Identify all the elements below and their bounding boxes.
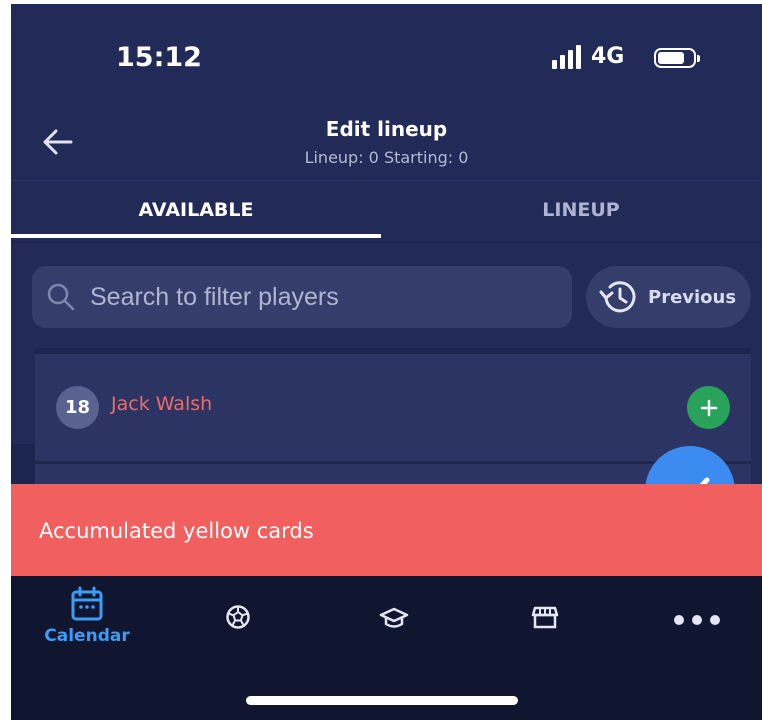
more-icon	[674, 615, 720, 625]
search-placeholder: Search to filter players	[90, 282, 339, 311]
tabs-divider	[11, 241, 762, 243]
calendar-icon	[71, 586, 103, 621]
toast-message: Accumulated yellow cards	[39, 519, 314, 543]
player-name: Jack Walsh	[111, 393, 213, 415]
search-icon	[47, 283, 75, 311]
lineup-summary: Lineup: 0 Starting: 0	[304, 148, 469, 167]
nav-item-training[interactable]	[379, 606, 409, 632]
page-title: Edit lineup	[325, 117, 448, 141]
active-tab-indicator	[11, 234, 381, 238]
tab-available[interactable]: AVAILABLE	[11, 199, 381, 221]
error-toast: Accumulated yellow cards	[11, 484, 762, 576]
tab-lineup[interactable]: LINEUP	[396, 199, 762, 221]
nav-label-calendar: Calendar	[44, 626, 130, 646]
player-number-badge: 18	[56, 386, 99, 429]
nav-item-matches[interactable]	[225, 604, 251, 630]
store-icon	[531, 606, 559, 629]
player-row[interactable]: 18 Jack Walsh	[35, 359, 751, 461]
nav-item-more[interactable]	[673, 614, 721, 626]
status-time: 15:12	[116, 42, 202, 73]
nav-item-calendar[interactable]: Calendar	[41, 586, 133, 646]
history-icon	[599, 281, 636, 313]
signal-icon	[552, 44, 581, 69]
home-indicator	[246, 696, 518, 705]
battery-icon	[654, 48, 700, 68]
add-player-button[interactable]	[687, 386, 730, 429]
plus-icon	[700, 399, 717, 416]
header-divider	[11, 180, 762, 181]
soccer-ball-icon	[226, 605, 250, 629]
row-divider	[35, 461, 751, 464]
previous-label: Previous	[648, 286, 737, 308]
graduation-cap-icon	[379, 607, 409, 628]
network-label: 4G	[591, 44, 625, 69]
previous-button[interactable]: Previous	[586, 266, 751, 328]
status-indicators: 4G	[552, 44, 624, 69]
app-screen: 15:12 4G Edit lineup Lineup: 0 Starting:…	[11, 4, 762, 720]
search-input[interactable]: Search to filter players	[32, 266, 572, 328]
nav-item-shop[interactable]	[531, 605, 559, 631]
